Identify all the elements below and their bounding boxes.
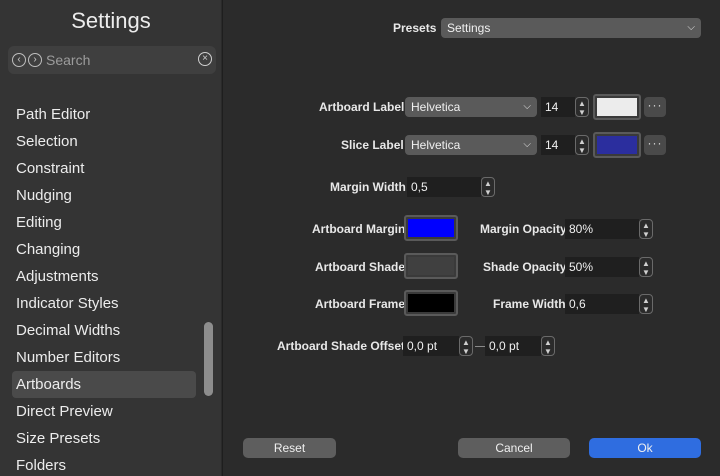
search-input[interactable]: Search — [46, 52, 90, 68]
shade-offset-x-stepper[interactable]: ▲ ▼ — [459, 336, 473, 356]
slice-label-color-fill — [597, 136, 637, 154]
margin-opacity-label: Margin Opacity — [480, 222, 567, 236]
sidebar-item-direct-preview[interactable]: Direct Preview — [12, 398, 196, 425]
margin-width-stepper[interactable]: ▲ ▼ — [481, 177, 495, 197]
chevron-down-icon: ⌵ — [687, 22, 695, 33]
margin-width-label: Margin Width — [330, 180, 406, 194]
settings-list: Path Editor Selection Constraint Nudging… — [0, 84, 200, 476]
shade-offset-label: Artboard Shade Offset — [277, 339, 406, 353]
sidebar-item-folders[interactable]: Folders — [12, 452, 196, 476]
slice-label-color-swatch[interactable] — [593, 132, 641, 158]
slice-label-label: Slice Label — [341, 138, 404, 152]
shade-offset-x-field[interactable]: 0,0 pt — [403, 336, 459, 356]
frame-width-label: Frame Width — [493, 297, 566, 311]
presets-value: Settings — [447, 21, 491, 35]
artboard-frame-color-fill — [408, 294, 454, 312]
artboard-label-more-button[interactable]: ··· — [644, 97, 666, 117]
sidebar-item-artboards[interactable]: Artboards — [12, 371, 196, 398]
sidebar-item-changing[interactable]: Changing — [12, 236, 196, 263]
sidebar-item-constraint[interactable]: Constraint — [12, 155, 196, 182]
artboard-shade-color-fill — [408, 257, 454, 275]
artboard-shade-color-swatch[interactable] — [404, 253, 458, 279]
artboard-label-font-select[interactable]: Helvetica ⌵ — [405, 97, 537, 117]
artboard-margin-label: Artboard Margin — [312, 222, 406, 236]
sidebar-item-size-presets[interactable]: Size Presets — [12, 425, 196, 452]
reset-button[interactable]: Reset — [243, 438, 336, 458]
artboard-frame-color-swatch[interactable] — [404, 290, 458, 316]
clear-search-icon[interactable]: × — [198, 52, 212, 66]
sidebar-item-number-editors[interactable]: Number Editors — [12, 344, 196, 371]
offset-separator — [475, 346, 485, 347]
settings-panel: Presets Settings ⌵ Artboard Label Helvet… — [223, 0, 720, 476]
shade-offset-y-field[interactable]: 0,0 pt — [485, 336, 541, 356]
frame-width-field[interactable]: 0,6 — [565, 294, 639, 314]
presets-label: Presets — [393, 21, 437, 35]
shade-opacity-field[interactable]: 50% — [565, 257, 639, 277]
sidebar-item-selection[interactable]: Selection — [12, 128, 196, 155]
cancel-button[interactable]: Cancel — [458, 438, 570, 458]
shade-offset-y-stepper[interactable]: ▲ ▼ — [541, 336, 555, 356]
artboard-frame-label: Artboard Frame — [315, 297, 406, 311]
slice-label-font-value: Helvetica — [411, 138, 461, 152]
presets-select[interactable]: Settings ⌵ — [441, 18, 701, 38]
shade-opacity-stepper[interactable]: ▲ ▼ — [639, 257, 653, 277]
slice-label-font-select[interactable]: Helvetica ⌵ — [405, 135, 537, 155]
slice-label-size-stepper[interactable]: ▲ ▼ — [575, 135, 589, 155]
artboard-label-font-value: Helvetica — [411, 100, 461, 114]
margin-opacity-stepper[interactable]: ▲ ▼ — [639, 219, 653, 239]
frame-width-stepper[interactable]: ▲ ▼ — [639, 294, 653, 314]
search-box[interactable]: ‹ › Search × — [8, 46, 216, 74]
ok-button[interactable]: Ok — [589, 438, 701, 458]
forward-icon[interactable]: › — [28, 53, 42, 67]
shade-opacity-label: Shade Opacity — [483, 260, 567, 274]
sidebar-item-decimal-widths[interactable]: Decimal Widths — [12, 317, 196, 344]
sidebar-item-path-editor[interactable]: Path Editor — [12, 101, 196, 128]
sidebar-title: Settings — [71, 8, 151, 33]
artboard-label-color-fill — [597, 98, 637, 116]
artboard-shade-label: Artboard Shade — [315, 260, 406, 274]
artboard-label-size-stepper[interactable]: ▲ ▼ — [575, 97, 589, 117]
sidebar-item-editing[interactable]: Editing — [12, 209, 196, 236]
margin-width-field[interactable]: 0,5 — [407, 177, 481, 197]
sidebar-item-indicator-styles[interactable]: Indicator Styles — [12, 290, 196, 317]
sidebar-scrollbar[interactable] — [204, 322, 213, 396]
slice-label-more-button[interactable]: ··· — [644, 135, 666, 155]
sidebar: Settings ‹ › Search × Path Editor Select… — [0, 0, 222, 476]
artboard-margin-color-fill — [408, 219, 454, 237]
margin-opacity-field[interactable]: 80% — [565, 219, 639, 239]
slice-label-size-field[interactable]: 14 — [541, 135, 575, 155]
artboard-label-label: Artboard Label — [319, 100, 405, 114]
chevron-down-icon: ⌵ — [523, 139, 531, 150]
chevron-down-icon: ⌵ — [523, 101, 531, 112]
sidebar-item-adjustments[interactable]: Adjustments — [12, 263, 196, 290]
artboard-label-size-field[interactable]: 14 — [541, 97, 575, 117]
artboard-margin-color-swatch[interactable] — [404, 215, 458, 241]
artboard-label-color-swatch[interactable] — [593, 94, 641, 120]
back-icon[interactable]: ‹ — [12, 53, 26, 67]
sidebar-item-nudging[interactable]: Nudging — [12, 182, 196, 209]
